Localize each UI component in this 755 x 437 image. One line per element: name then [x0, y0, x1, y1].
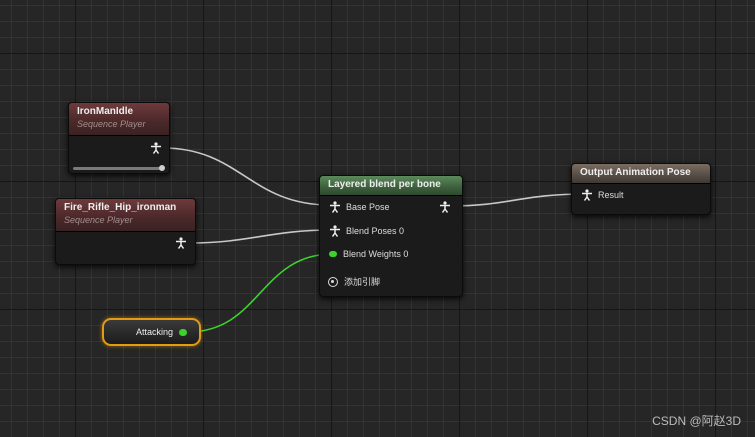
- person-pose-icon: [150, 142, 162, 154]
- output-pose-header[interactable]: Output Animation Pose: [572, 164, 710, 184]
- fire-rifle-node[interactable]: Fire_Rifle_Hip_ironman Sequence Player: [55, 198, 196, 265]
- bool-pin-icon[interactable]: [179, 329, 187, 336]
- add-pin-button[interactable]: 添加引脚: [328, 275, 380, 288]
- base-pose-label: Base Pose: [346, 202, 390, 212]
- blend-weights-pin[interactable]: Blend Weights 0: [329, 249, 408, 259]
- wire-fire-to-blend-poses[interactable]: [189, 229, 333, 244]
- iron-idle-subtitle: Sequence Player: [77, 119, 146, 129]
- person-pose-icon: [329, 201, 341, 213]
- layered-blend-node[interactable]: Layered blend per bone Base Pose Blend P…: [319, 175, 463, 297]
- bool-pin-icon: [329, 251, 337, 257]
- output-pose-node[interactable]: Output Animation Pose Result: [571, 163, 711, 215]
- add-pin-label: 添加引脚: [344, 277, 381, 287]
- layered-blend-header[interactable]: Layered blend per bone: [320, 176, 462, 196]
- person-pose-icon: [329, 225, 341, 237]
- fire-rifle-header[interactable]: Fire_Rifle_Hip_ironman Sequence Player: [56, 199, 195, 232]
- fire-rifle-pose-output[interactable]: [175, 237, 187, 249]
- wire-blend-to-output[interactable]: [449, 193, 587, 207]
- person-pose-icon: [581, 189, 593, 201]
- layered-blend-title: Layered blend per bone: [328, 179, 441, 190]
- result-pin[interactable]: Result: [581, 189, 624, 201]
- person-pose-icon: [439, 201, 451, 213]
- watermark: CSDN @阿赵3D: [652, 414, 741, 428]
- blend-weights-label: Blend Weights 0: [343, 249, 409, 259]
- iron-idle-node[interactable]: IronManIdle Sequence Player: [68, 102, 170, 174]
- fire-rifle-title: Fire_Rifle_Hip_ironman: [64, 202, 177, 213]
- output-pose-title: Output Animation Pose: [580, 167, 691, 178]
- fire-rifle-subtitle: Sequence Player: [64, 215, 133, 225]
- sequence-progress-knob[interactable]: [159, 165, 165, 171]
- attacking-variable-node[interactable]: Attacking: [102, 318, 201, 346]
- add-circle-icon: [328, 276, 338, 287]
- iron-idle-title: IronManIdle: [77, 106, 134, 117]
- iron-idle-pose-output[interactable]: [150, 142, 162, 154]
- sequence-progress-track[interactable]: [73, 167, 163, 170]
- blend-pose-output-pin[interactable]: [439, 201, 451, 213]
- wire-idle-to-base-pose[interactable]: [162, 147, 331, 206]
- blend-poses-pin[interactable]: Blend Poses 0: [329, 225, 404, 237]
- result-label: Result: [598, 190, 624, 200]
- attacking-label: Attacking: [136, 327, 174, 337]
- person-pose-icon: [175, 237, 187, 249]
- iron-idle-header[interactable]: IronManIdle Sequence Player: [69, 103, 169, 136]
- blend-poses-label: Blend Poses 0: [346, 226, 405, 236]
- base-pose-pin[interactable]: Base Pose: [329, 201, 390, 213]
- wire-attacking-to-blend-weights[interactable]: [187, 253, 334, 333]
